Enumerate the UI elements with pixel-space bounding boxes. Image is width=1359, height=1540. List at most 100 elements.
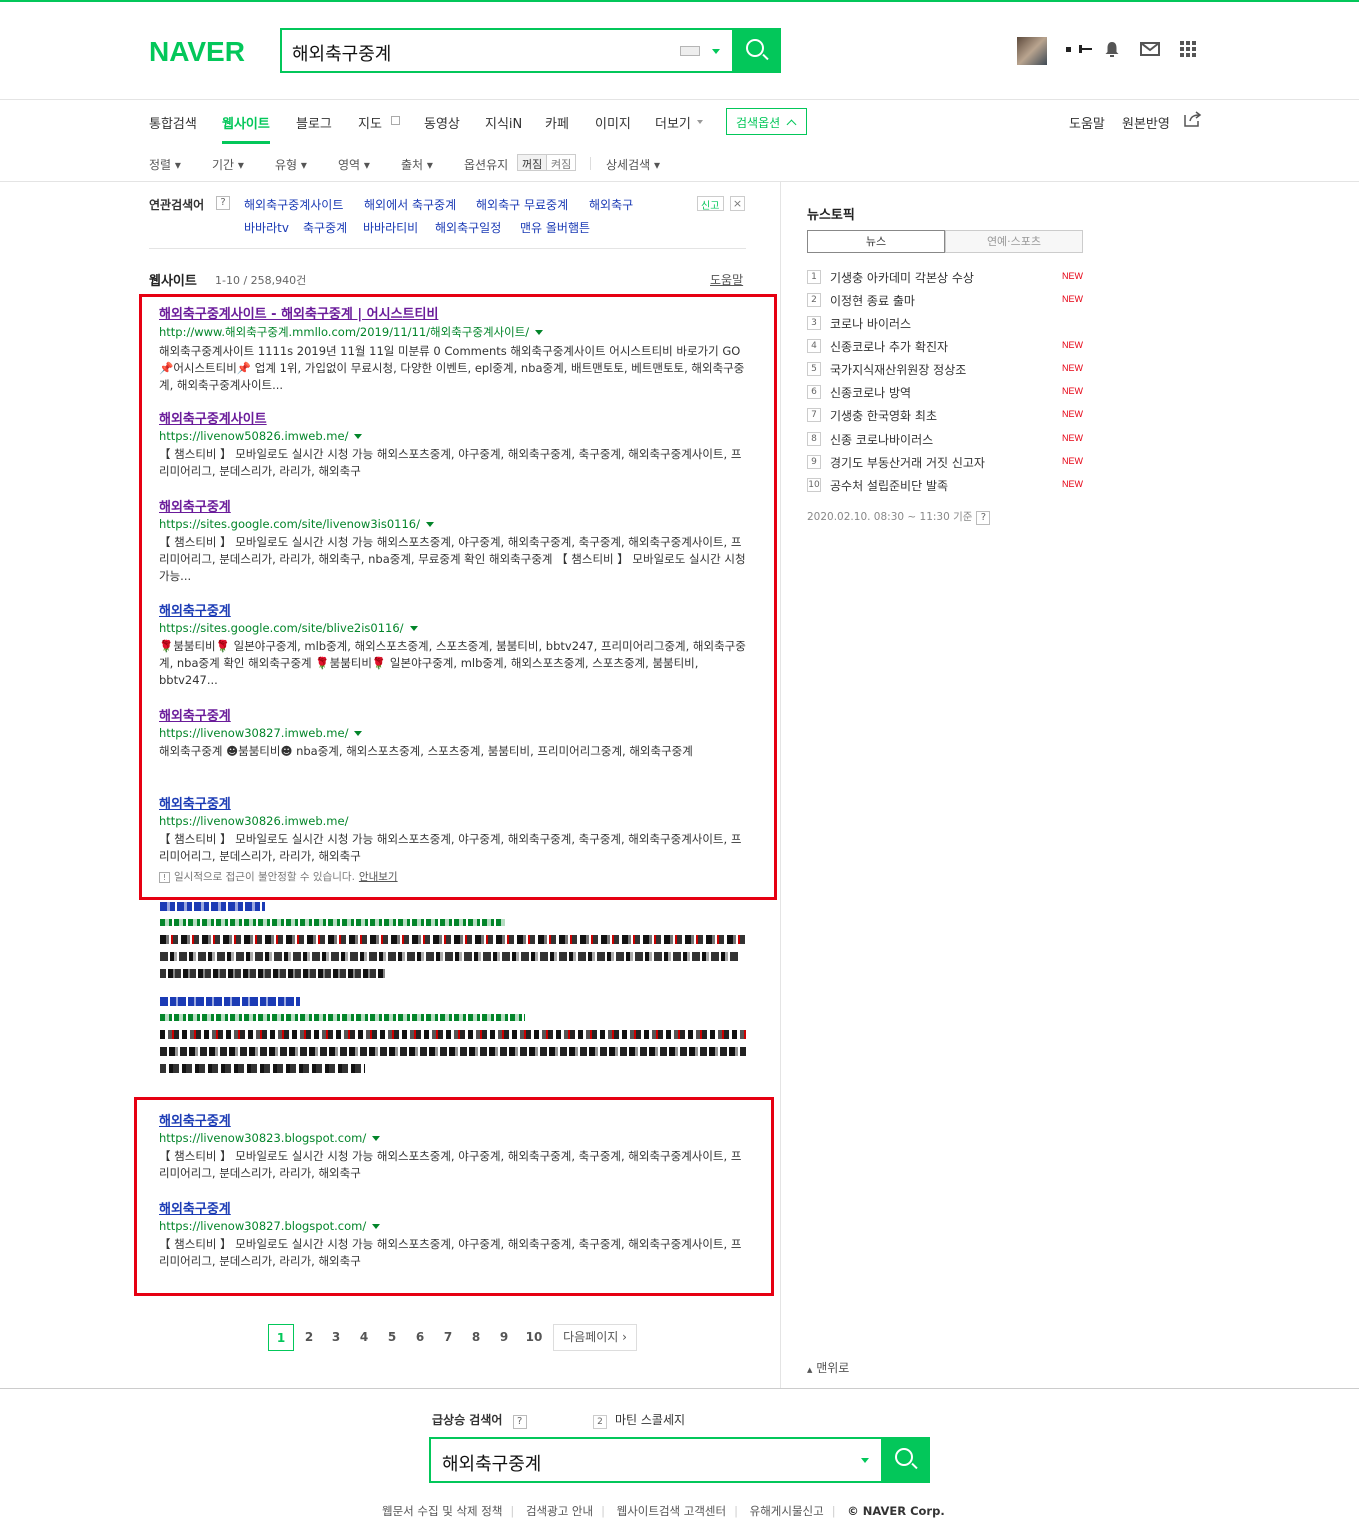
result-title-link[interactable]: 해외축구중계사이트 — [159, 408, 749, 427]
filter-source[interactable]: 출처 ▾ — [401, 156, 433, 173]
avatar[interactable] — [1017, 37, 1047, 65]
related-item[interactable]: 해외축구일정 — [435, 219, 501, 236]
related-item[interactable]: 해외축구 무료중계 — [476, 196, 568, 213]
tab-blog[interactable]: 블로그 — [296, 113, 332, 132]
news-item[interactable]: 7 기생충 한국영화 최초 NEW — [807, 406, 1087, 424]
result-url[interactable]: https://livenow50826.imweb.me/ — [159, 429, 749, 443]
footer-search-button[interactable] — [881, 1437, 930, 1482]
footer-search-input[interactable]: 해외축구중계 — [442, 1450, 541, 1476]
news-help-icon[interactable]: ? — [976, 511, 991, 525]
filter-detail[interactable]: 상세검색 ▾ — [606, 156, 660, 173]
help-link[interactable]: 도움말 — [1069, 113, 1105, 132]
result-title-link[interactable]: 해외축구중계 — [159, 1198, 749, 1217]
naver-logo[interactable]: NAVER — [149, 36, 245, 68]
news-item[interactable]: 6 신종코로나 방역 NEW — [807, 383, 1087, 401]
filter-type[interactable]: 유형 ▾ — [275, 156, 307, 173]
autocomplete-toggle-icon[interactable] — [712, 49, 720, 54]
related-item[interactable]: 해외축구중계사이트 — [244, 196, 343, 213]
result-url[interactable]: https://livenow30826.imweb.me/ — [159, 814, 749, 828]
tab-video[interactable]: 동영상 — [424, 113, 460, 132]
result-url[interactable]: https://livenow30827.imweb.me/ — [159, 726, 749, 740]
tab-cafe[interactable]: 카페 — [545, 113, 569, 132]
filter-area[interactable]: 영역 ▾ — [338, 156, 370, 173]
result-title-link[interactable]: 해외축구중계사이트 - 해외축구중계 | 어시스트티비 — [159, 303, 749, 322]
tab-kin[interactable]: 지식iN — [485, 113, 522, 132]
tab-image[interactable]: 이미지 — [595, 113, 631, 132]
result-title-link[interactable]: 해외축구중계 — [159, 705, 749, 724]
url-dropdown-icon — [425, 522, 434, 527]
page-link[interactable]: 3 — [323, 1324, 349, 1351]
search-input[interactable]: 해외축구중계 — [292, 40, 391, 66]
section-help-link[interactable]: 도움말 — [710, 271, 743, 288]
tab-more[interactable]: 더보기 — [655, 113, 691, 132]
related-item[interactable]: 바바라티비 — [363, 219, 418, 236]
news-item[interactable]: 5 국가지식재산위원장 정상조 NEW — [807, 360, 1087, 378]
apps-grid-icon[interactable] — [1180, 41, 1196, 57]
rising-search-item[interactable]: 2 마틴 스콜세지 — [593, 1411, 685, 1429]
related-item[interactable]: 해외축구 — [589, 196, 633, 213]
tab-website[interactable]: 웹사이트 — [222, 113, 270, 144]
page-link[interactable]: 6 — [407, 1324, 433, 1351]
result-title-link[interactable]: 해외축구중계 — [159, 496, 749, 515]
footer-search-box[interactable]: 해외축구중계 — [429, 1437, 930, 1483]
footer-link[interactable]: 검색광고 안내 — [526, 1504, 593, 1518]
result-url[interactable]: https://sites.google.com/site/blive2is01… — [159, 621, 749, 635]
search-button[interactable] — [732, 28, 781, 73]
page-link[interactable]: 7 — [435, 1324, 461, 1351]
result-url[interactable]: https://livenow30823.blogspot.com/ — [159, 1131, 749, 1145]
share-icon[interactable] — [1184, 111, 1202, 127]
tab-news[interactable]: 뉴스 — [807, 230, 945, 253]
original-reflect-link[interactable]: 원본반영 — [1122, 113, 1170, 132]
next-page-button[interactable]: 다음페이지 › — [553, 1324, 637, 1351]
mail-icon[interactable] — [1140, 42, 1160, 56]
page-link-current[interactable]: 1 — [268, 1324, 294, 1351]
keep-off-toggle[interactable]: 꺼짐 — [517, 154, 548, 171]
page-link[interactable]: 10 — [519, 1324, 549, 1351]
result-title-link[interactable]: 해외축구중계 — [159, 600, 749, 619]
news-item[interactable]: 3 코로나 바이러스 — [807, 314, 1087, 332]
filter-period[interactable]: 기간 ▾ — [212, 156, 244, 173]
footer-link[interactable]: 웹문서 수집 및 삭제 정책 — [382, 1504, 502, 1518]
related-item[interactable]: 맨유 올버햄튼 — [520, 219, 590, 236]
page-link[interactable]: 2 — [296, 1324, 322, 1351]
news-item[interactable]: 1 기생충 아카데미 각본상 수상 NEW — [807, 268, 1087, 286]
news-item[interactable]: 9 경기도 부동산거래 거짓 신고자 NEW — [807, 453, 1087, 471]
result-url[interactable]: https://livenow30827.blogspot.com/ — [159, 1219, 749, 1233]
back-to-top-link[interactable]: ▲ 맨위로 — [807, 1359, 849, 1376]
result-url[interactable]: https://sites.google.com/site/livenow3is… — [159, 517, 749, 531]
result-title-link[interactable]: 해외축구중계 — [159, 1110, 749, 1129]
tab-entertainment-sports[interactable]: 연예·스포츠 — [945, 230, 1083, 253]
filter-sort[interactable]: 정렬 ▾ — [149, 156, 181, 173]
result-title-link[interactable]: 해외축구중계 — [159, 793, 749, 812]
keyboard-icon[interactable] — [680, 46, 700, 56]
footer-link[interactable]: 유해게시물신고 — [750, 1504, 824, 1518]
related-help-icon[interactable]: ? — [216, 196, 230, 210]
user-name-redacted[interactable] — [1064, 44, 1094, 54]
close-icon[interactable]: × — [730, 196, 745, 211]
result-description: 🌹붐붐티비🌹 일본야구중계, mlb중계, 해외스포츠중계, 스포츠중계, 붐붐… — [159, 639, 746, 687]
search-box[interactable]: 해외축구중계 — [280, 28, 781, 73]
notification-bell-icon[interactable] — [1104, 41, 1120, 58]
footer-link[interactable]: 웹사이트검색 고객센터 — [617, 1504, 726, 1518]
keep-on-toggle[interactable]: 켜짐 — [546, 154, 577, 171]
result-url[interactable]: http://www.해외축구중계.mmllo.com/2019/11/11/해… — [159, 324, 749, 340]
tab-map[interactable]: 지도 — [358, 113, 382, 132]
obscured-results — [159, 900, 749, 1080]
tab-all[interactable]: 통합검색 — [149, 113, 197, 132]
report-button[interactable]: 신고 — [697, 196, 724, 212]
rising-help-icon[interactable]: ? — [512, 1415, 527, 1429]
related-item[interactable]: 바바라tv — [244, 219, 289, 236]
related-item[interactable]: 축구중계 — [303, 219, 347, 236]
news-item[interactable]: 2 이정현 종료 출마 NEW — [807, 291, 1087, 309]
autocomplete-toggle-icon[interactable] — [861, 1458, 869, 1463]
search-options-button[interactable]: 검색옵션 — [726, 108, 807, 135]
related-item[interactable]: 해외에서 축구중계 — [364, 196, 456, 213]
news-item[interactable]: 10 공수처 설립준비단 발족 NEW — [807, 476, 1087, 494]
guide-link[interactable]: 안내보기 — [359, 871, 398, 883]
page-link[interactable]: 4 — [351, 1324, 377, 1351]
news-item[interactable]: 4 신종코로나 추가 확진자 NEW — [807, 337, 1087, 355]
news-item[interactable]: 8 신종 코로나바이러스 NEW — [807, 430, 1087, 448]
page-link[interactable]: 9 — [491, 1324, 517, 1351]
page-link[interactable]: 8 — [463, 1324, 489, 1351]
page-link[interactable]: 5 — [379, 1324, 405, 1351]
